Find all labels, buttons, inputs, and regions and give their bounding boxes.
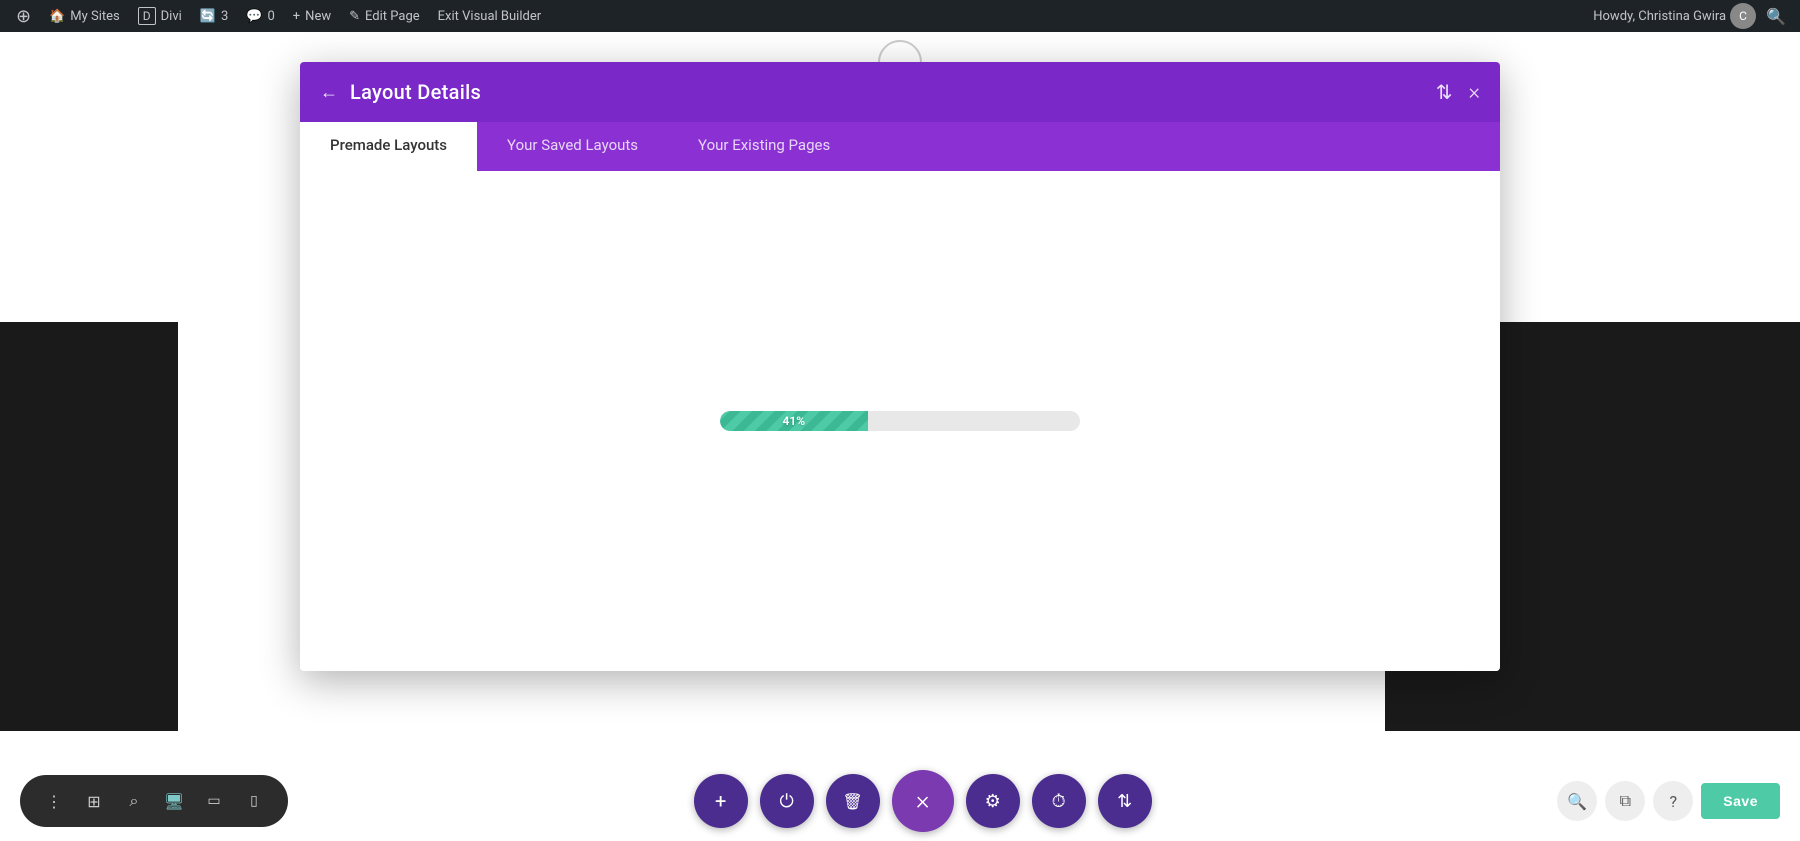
modal-back-button[interactable]: ← — [320, 82, 338, 103]
comments-count: 0 — [267, 9, 274, 24]
trash-button[interactable]: 🗑 — [826, 774, 880, 828]
layout-details-modal: ← Layout Details ⇅ × Premade Layouts You… — [300, 62, 1500, 671]
settings-button[interactable]: ⚙ — [966, 774, 1020, 828]
gear-icon: ⚙ — [985, 791, 1001, 812]
tab-existing-pages[interactable]: Your Existing Pages — [668, 122, 860, 171]
plus-icon: + — [293, 9, 300, 24]
sites-icon: 🏠 — [49, 9, 65, 24]
progress-bar-fill: 41% — [720, 411, 868, 431]
clock-icon: ⏱ — [1052, 791, 1066, 812]
admin-search-icon[interactable]: 🔍 — [1760, 7, 1792, 26]
grid-icon-btn[interactable]: ⊞ — [76, 783, 112, 819]
new-label: New — [305, 9, 331, 24]
tab-premade-layouts-label: Premade Layouts — [330, 136, 447, 154]
modal-close-button[interactable]: × — [1468, 80, 1480, 105]
tab-saved-layouts[interactable]: Your Saved Layouts — [477, 122, 668, 171]
search-icon-btn[interactable]: ⌕ — [116, 783, 152, 819]
add-button[interactable]: + — [694, 774, 748, 828]
search-right-button[interactable]: 🔍 — [1557, 781, 1597, 821]
power-icon: ⏻ — [780, 791, 794, 812]
layout-adjust-button[interactable]: ⇅ — [1098, 774, 1152, 828]
modal-overlay: ← Layout Details ⇅ × Premade Layouts You… — [0, 32, 1800, 841]
progress-bar-track: 41% — [720, 411, 1080, 431]
updates-count: 3 — [221, 9, 228, 24]
help-icon: ? — [1670, 792, 1678, 811]
my-sites-label: My Sites — [70, 9, 119, 24]
tablet-icon: ▭ — [207, 793, 220, 809]
search-icon: ⌕ — [130, 791, 139, 811]
grid-icon: ⊞ — [87, 792, 100, 811]
modal-tabs: Premade Layouts Your Saved Layouts Your … — [300, 122, 1500, 171]
edit-page-btn[interactable]: ✎ Edit Page — [341, 0, 428, 32]
updates-btn[interactable]: 🔄 3 — [192, 0, 237, 32]
tab-premade-layouts[interactable]: Premade Layouts — [300, 122, 477, 171]
divi-icon: D — [138, 7, 156, 25]
exit-vb-label: Exit Visual Builder — [438, 9, 541, 24]
desktop-icon-btn[interactable]: 🖥 — [156, 783, 192, 819]
comments-icon: 💬 — [246, 9, 262, 24]
toolbar-center: + ⏻ 🗑 × ⚙ ⏱ ⇅ — [694, 770, 1152, 832]
greeting-text: Howdy, Christina Gwira — [1593, 9, 1726, 24]
divi-btn[interactable]: D Divi — [130, 0, 190, 32]
progress-label: 41% — [783, 414, 806, 428]
mobile-icon-btn[interactable]: ▯ — [236, 783, 272, 819]
adjust-icon: ⇅ — [1117, 791, 1132, 812]
layers-icon: ⧉ — [1620, 791, 1631, 811]
exit-visual-builder-btn[interactable]: Exit Visual Builder — [430, 0, 549, 32]
trash-icon: 🗑 — [842, 792, 862, 811]
wp-icon: ⊕ — [16, 6, 31, 27]
edit-icon: ✎ — [349, 9, 360, 24]
close-button[interactable]: × — [892, 770, 954, 832]
tablet-icon-btn[interactable]: ▭ — [196, 783, 232, 819]
new-btn[interactable]: + New — [285, 0, 339, 32]
divi-label: Divi — [161, 9, 182, 24]
dots-icon: ⋮ — [46, 792, 62, 811]
edit-page-label: Edit Page — [365, 9, 420, 24]
help-button[interactable]: ? — [1653, 781, 1693, 821]
modal-adjust-icon[interactable]: ⇅ — [1436, 80, 1453, 104]
mobile-icon: ▯ — [250, 793, 258, 809]
toolbar-left: ⋮ ⊞ ⌕ 🖥 ▭ ▯ — [20, 775, 288, 827]
search-right-icon: 🔍 — [1567, 792, 1587, 811]
tab-existing-pages-label: Your Existing Pages — [698, 136, 830, 154]
desktop-icon: 🖥 — [164, 792, 184, 811]
save-button[interactable]: Save — [1701, 783, 1780, 819]
tab-saved-layouts-label: Your Saved Layouts — [507, 136, 638, 154]
admin-bar-left: ⊕ 🏠 My Sites D Divi 🔄 3 💬 0 + New ✎ Edit… — [8, 0, 1589, 32]
plus-icon: + — [715, 789, 726, 813]
my-sites-btn[interactable]: 🏠 My Sites — [41, 0, 128, 32]
power-button[interactable]: ⏻ — [760, 774, 814, 828]
toolbar-right: 🔍 ⧉ ? Save — [1557, 781, 1780, 821]
history-button[interactable]: ⏱ — [1032, 774, 1086, 828]
admin-bar-right: Howdy, Christina Gwira C 🔍 — [1593, 3, 1792, 29]
progress-container: 41% — [720, 411, 1080, 431]
modal-header: ← Layout Details ⇅ × — [300, 62, 1500, 122]
updates-icon: 🔄 — [200, 9, 216, 24]
modal-body: 41% — [300, 171, 1500, 671]
admin-bar: ⊕ 🏠 My Sites D Divi 🔄 3 💬 0 + New ✎ Edit… — [0, 0, 1800, 32]
dots-icon-btn[interactable]: ⋮ — [36, 783, 72, 819]
modal-header-right: ⇅ × — [1436, 80, 1480, 105]
layers-button[interactable]: ⧉ — [1605, 781, 1645, 821]
close-icon: × — [916, 786, 930, 816]
modal-header-left: ← Layout Details — [320, 80, 481, 104]
modal-title: Layout Details — [350, 80, 481, 104]
avatar[interactable]: C — [1730, 3, 1756, 29]
wordpress-icon-btn[interactable]: ⊕ — [8, 0, 39, 32]
comments-btn[interactable]: 💬 0 — [238, 0, 283, 32]
